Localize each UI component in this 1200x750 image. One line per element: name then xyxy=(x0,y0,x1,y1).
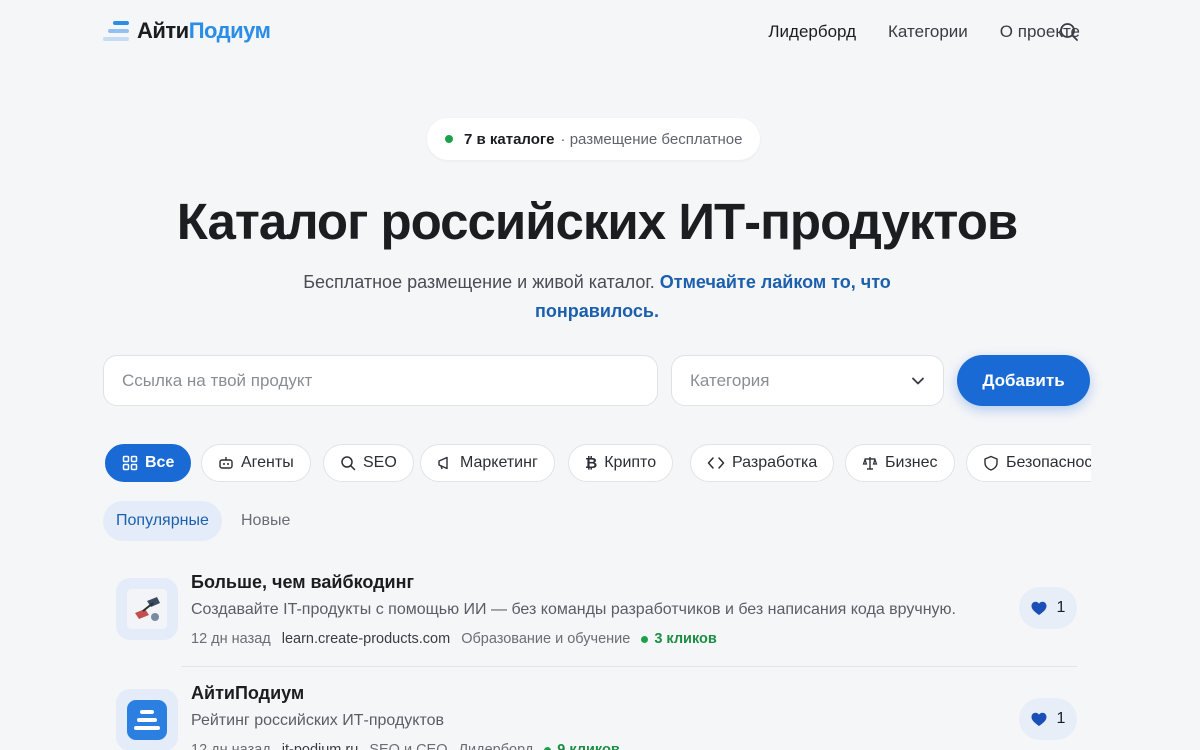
like-button[interactable]: 1 xyxy=(1019,698,1077,740)
chip-security[interactable]: Безопасность xyxy=(966,444,1091,482)
chip-crypto[interactable]: ₿ Крипто xyxy=(568,444,674,482)
header: АйтиПодиум Лидерборд Категории О проекте xyxy=(0,0,1200,66)
like-count: 1 xyxy=(1056,599,1066,616)
subtitle-plain: Бесплатное размещение и живой каталог. xyxy=(303,272,660,292)
catalog-count: 7 в каталоге xyxy=(464,130,555,148)
heart-icon xyxy=(1031,601,1047,615)
product-description: Создавайте IT-продукты с помощью ИИ — бе… xyxy=(191,601,956,618)
product-meta: 12 дн назад it-podium.ru SEO и СЕО Лидер… xyxy=(191,742,620,750)
chip-label: SEO xyxy=(363,454,397,471)
chip-label: Бизнес xyxy=(885,454,938,471)
main-nav: Лидерборд Категории О проекте xyxy=(768,22,1080,42)
search-icon xyxy=(1060,23,1078,41)
chip-label: Безопасность xyxy=(1006,454,1091,471)
catalog-count-badge: 7 в каталоге · размещение бесплатное xyxy=(427,118,761,160)
product-description: Рейтинг российских ИТ-продуктов xyxy=(191,712,445,729)
product-url-input[interactable] xyxy=(103,355,658,406)
page-subtitle: Бесплатное размещение и живой каталог. О… xyxy=(300,268,894,326)
chip-label: Крипто xyxy=(604,454,657,471)
chip-label: Все xyxy=(145,454,175,471)
grid-icon xyxy=(122,455,138,471)
product-item[interactable]: АйтиПодиум Рейтинг российских ИТ-продукт… xyxy=(103,669,1078,750)
logo-text: АйтиПодиум xyxy=(137,18,271,43)
heart-icon xyxy=(1031,712,1047,726)
product-age: 12 дн назад xyxy=(191,742,271,750)
bitcoin-icon: ₿ xyxy=(585,454,598,472)
product-clicks: 3 кликов xyxy=(641,631,717,647)
chip-agents[interactable]: Агенты xyxy=(201,444,311,482)
shield-icon xyxy=(984,455,998,471)
scales-icon xyxy=(862,457,878,470)
product-age: 12 дн назад xyxy=(191,631,271,647)
chip-seo[interactable]: SEO xyxy=(323,444,414,482)
search-button[interactable] xyxy=(1059,22,1081,44)
product-image-icon xyxy=(127,589,167,629)
product-domain-link[interactable]: learn.create-products.com xyxy=(282,631,450,647)
product-category[interactable]: Образование и обучение xyxy=(461,631,630,647)
chip-label: Разработка xyxy=(732,454,818,471)
product-category-2[interactable]: Лидерборд xyxy=(459,742,534,750)
like-count: 1 xyxy=(1056,710,1066,727)
divider xyxy=(181,666,1077,667)
product-category[interactable]: SEO и СЕО xyxy=(369,742,447,750)
product-item[interactable]: Больше, чем вайбкодинг Создавайте IT-про… xyxy=(103,558,1078,668)
product-thumbnail xyxy=(116,578,178,640)
chip-marketing[interactable]: Маркетинг xyxy=(420,444,555,482)
product-clicks: 9 кликов xyxy=(544,742,620,750)
status-dot-icon xyxy=(445,135,453,143)
megaphone-icon xyxy=(438,456,448,470)
chip-label: Агенты xyxy=(241,454,294,471)
chevron-down-icon xyxy=(912,377,924,384)
tab-popular[interactable]: Популярные xyxy=(103,501,222,541)
robot-icon xyxy=(219,457,233,469)
code-icon xyxy=(707,457,725,469)
page-title: Каталог российских ИТ-продуктов xyxy=(176,193,1019,250)
product-meta: 12 дн назад learn.create-products.com Об… xyxy=(191,631,717,647)
add-product-button[interactable]: Добавить xyxy=(957,355,1090,406)
product-name[interactable]: Больше, чем вайбкодинг xyxy=(191,572,414,593)
chip-label: Маркетинг xyxy=(460,454,538,471)
chip-development[interactable]: Разработка xyxy=(690,444,835,482)
badge-note: · размещение бесплатное xyxy=(560,130,743,148)
product-thumbnail xyxy=(116,689,178,750)
chip-all[interactable]: Все xyxy=(105,444,192,482)
like-button[interactable]: 1 xyxy=(1019,587,1077,629)
search-icon xyxy=(341,456,356,471)
product-logo-icon xyxy=(127,700,167,740)
category-chips: Все Агенты SEO Маркетинг ₿ Крипто Разраб… xyxy=(105,444,1091,482)
logo[interactable]: АйтиПодиум xyxy=(103,18,271,44)
tab-new[interactable]: Новые xyxy=(228,501,303,541)
nav-categories[interactable]: Категории xyxy=(888,22,968,42)
category-select[interactable]: Категория xyxy=(671,355,944,406)
product-domain-link[interactable]: it-podium.ru xyxy=(282,742,359,750)
product-name[interactable]: АйтиПодиум xyxy=(191,683,304,704)
nav-leaderboard[interactable]: Лидерборд xyxy=(768,22,856,42)
category-select-value: Категория xyxy=(690,370,770,390)
chip-business[interactable]: Бизнес xyxy=(845,444,955,482)
logo-mark-icon xyxy=(103,20,129,42)
